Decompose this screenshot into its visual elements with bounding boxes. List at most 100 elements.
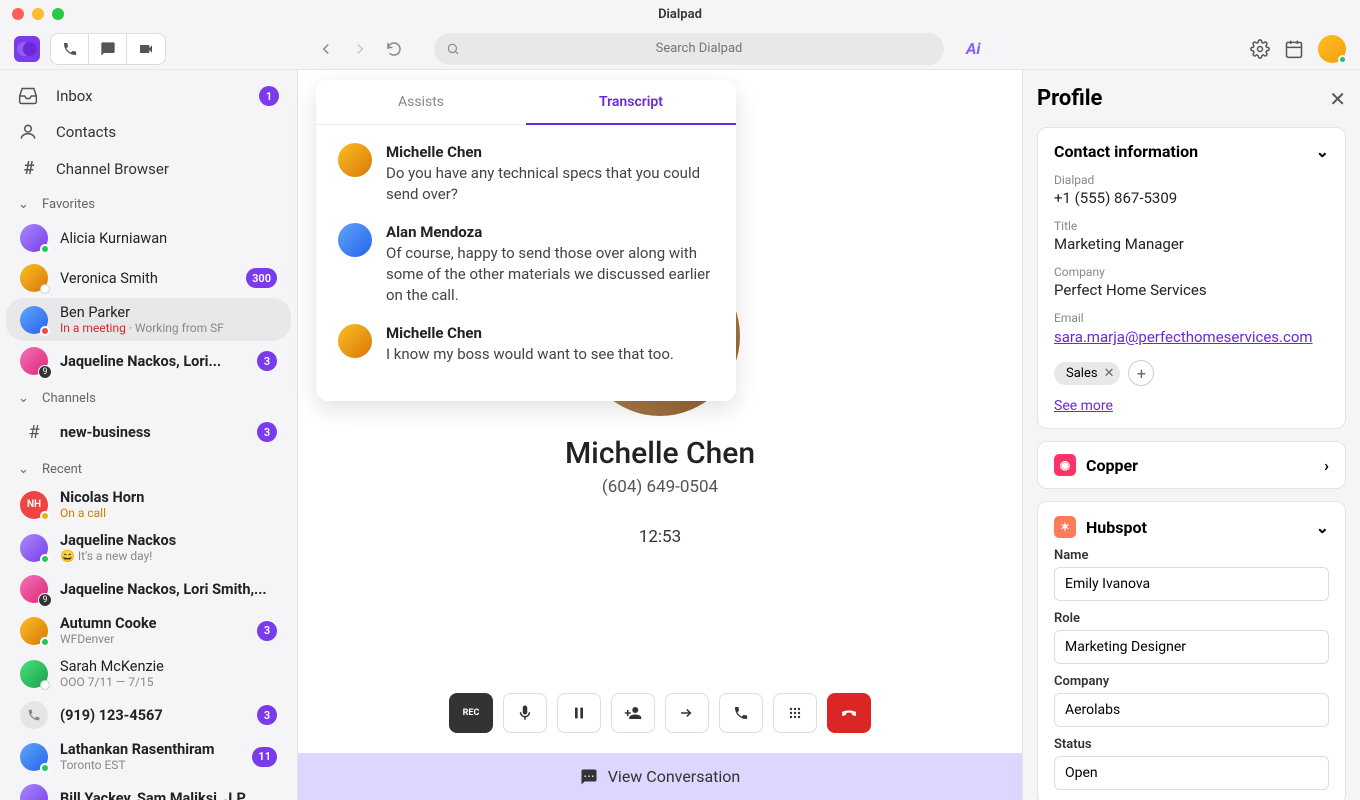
- window-titlebar: Dialpad: [0, 0, 1360, 28]
- favorite-item[interactable]: 9 Jaqueline Nackos, Lori... 3: [6, 341, 291, 381]
- item-status: WFDenver: [60, 632, 245, 646]
- tab-assists[interactable]: Assists: [316, 80, 526, 124]
- tab-transcript[interactable]: Transcript: [526, 80, 736, 124]
- dialpad-logo[interactable]: [14, 36, 40, 62]
- copper-card[interactable]: ◉Copper ›: [1037, 441, 1346, 489]
- avatar: [338, 324, 372, 358]
- back-button[interactable]: [316, 39, 336, 59]
- recent-item[interactable]: Jaqueline Nackos😄 It's a new day!: [6, 526, 291, 569]
- chat-icon: [580, 768, 598, 786]
- record-button[interactable]: REC: [449, 693, 493, 733]
- recent-item[interactable]: Autumn CookeWFDenver 3: [6, 609, 291, 652]
- call-button[interactable]: [719, 693, 763, 733]
- add-participant-button[interactable]: [611, 693, 655, 733]
- hubspot-header[interactable]: ✶Hubspot ⌄: [1054, 516, 1329, 538]
- chat-mode-button[interactable]: [89, 34, 127, 64]
- nav-contacts-label: Contacts: [56, 123, 116, 141]
- view-conversation-label: View Conversation: [608, 767, 741, 786]
- item-status: In a meeting · Working from SF: [60, 321, 277, 335]
- reload-button[interactable]: [384, 39, 404, 59]
- profile-title: Profile: [1037, 86, 1102, 111]
- recent-item[interactable]: Sarah McKenzieOOO 7/11 — 7/15: [6, 652, 291, 695]
- message-text: Do you have any technical specs that you…: [386, 163, 714, 205]
- traffic-lights: [12, 8, 64, 20]
- hangup-button[interactable]: [827, 693, 871, 733]
- chevron-down-icon: ⌄: [1316, 518, 1329, 537]
- recent-item[interactable]: 9 Jaqueline Nackos, Lori Smith,...: [6, 569, 291, 609]
- email-link[interactable]: sara.marja@perfecthomeservices.com: [1054, 328, 1313, 346]
- phone-mode-button[interactable]: [51, 34, 89, 64]
- ai-icon[interactable]: Ai: [966, 39, 981, 58]
- nav-contacts[interactable]: Contacts: [0, 114, 297, 150]
- video-mode-button[interactable]: [127, 34, 165, 64]
- favorite-item[interactable]: Alicia Kurniawan: [6, 218, 291, 258]
- recent-item[interactable]: Lathankan RasenthiramToronto EST 11: [6, 735, 291, 778]
- item-status: On a call: [60, 506, 277, 520]
- favorite-item[interactable]: Veronica Smith 300: [6, 258, 291, 298]
- section-channels[interactable]: ⌄ Channels: [0, 381, 297, 412]
- section-channels-label: Channels: [42, 391, 96, 406]
- nav-channel-browser-label: Channel Browser: [56, 160, 169, 178]
- item-name: Alicia Kurniawan: [60, 230, 277, 247]
- section-recent[interactable]: ⌄ Recent: [0, 452, 297, 483]
- recent-item[interactable]: (919) 123-4567 3: [6, 695, 291, 735]
- hash-icon: #: [20, 418, 48, 446]
- hubspot-role-input[interactable]: [1054, 630, 1329, 664]
- call-timer: 12:53: [639, 527, 681, 547]
- search-input[interactable]: [434, 33, 944, 65]
- avatar: [20, 264, 48, 292]
- avatar: 24: [20, 784, 48, 800]
- dialpad-button[interactable]: [773, 693, 817, 733]
- item-name: Veronica Smith: [60, 270, 234, 287]
- avatar: [20, 534, 48, 562]
- mute-button[interactable]: [503, 693, 547, 733]
- chevron-down-icon: ⌄: [1316, 142, 1329, 161]
- hubspot-status-input[interactable]: [1054, 756, 1329, 790]
- maximize-window[interactable]: [52, 8, 64, 20]
- message-text: Of course, happy to send those over alon…: [386, 243, 714, 306]
- avatar: [20, 224, 48, 252]
- transfer-button[interactable]: [665, 693, 709, 733]
- field-label: Email: [1054, 311, 1329, 325]
- transcript-body: Michelle Chen Do you have any technical s…: [316, 125, 736, 401]
- section-favorites[interactable]: ⌄ Favorites: [0, 187, 297, 218]
- favorite-item[interactable]: Ben Parker In a meeting · Working from S…: [6, 298, 291, 341]
- nav-inbox[interactable]: Inbox 1: [0, 78, 297, 114]
- avatar: [338, 143, 372, 177]
- item-name: (919) 123-4567: [60, 707, 245, 724]
- hubspot-company-input[interactable]: [1054, 693, 1329, 727]
- contact-info-header[interactable]: Contact information ⌄: [1054, 142, 1329, 161]
- minimize-window[interactable]: [32, 8, 44, 20]
- close-window[interactable]: [12, 8, 24, 20]
- call-controls: REC: [298, 673, 1022, 753]
- count-badge: 300: [246, 268, 277, 288]
- hubspot-name-input[interactable]: [1054, 567, 1329, 601]
- member-count: 9: [38, 365, 52, 379]
- chevron-down-icon: ⌄: [18, 462, 32, 477]
- settings-button[interactable]: [1250, 39, 1270, 59]
- chevron-right-icon: ›: [1324, 456, 1329, 475]
- forward-button[interactable]: [350, 39, 370, 59]
- field-label: Title: [1054, 219, 1329, 233]
- recent-item[interactable]: 24 Bill Yackey, Sam Maliksi, J.P....: [6, 778, 291, 800]
- remove-tag-button[interactable]: ✕: [1104, 366, 1115, 381]
- field-label: Dialpad: [1054, 173, 1329, 187]
- comm-mode-group: [50, 33, 166, 65]
- close-profile-button[interactable]: ✕: [1329, 87, 1346, 111]
- add-tag-button[interactable]: +: [1128, 360, 1154, 386]
- channel-item[interactable]: # new-business 3: [6, 412, 291, 452]
- count-badge: 3: [257, 705, 277, 725]
- caller-name: Michelle Chen: [565, 436, 755, 471]
- see-more-link[interactable]: See more: [1054, 398, 1329, 414]
- user-avatar[interactable]: [1318, 35, 1346, 63]
- hold-button[interactable]: [557, 693, 601, 733]
- speaker-name: Michelle Chen: [386, 324, 714, 342]
- item-name: Nicolas Horn: [60, 489, 277, 506]
- view-conversation-button[interactable]: View Conversation: [298, 753, 1022, 800]
- calendar-button[interactable]: [1284, 39, 1304, 59]
- count-badge: 3: [257, 351, 277, 371]
- form-label: Status: [1054, 737, 1329, 752]
- nav-channel-browser[interactable]: # Channel Browser: [0, 150, 297, 187]
- chevron-down-icon: ⌄: [18, 197, 32, 212]
- recent-item[interactable]: NH Nicolas HornOn a call: [6, 483, 291, 526]
